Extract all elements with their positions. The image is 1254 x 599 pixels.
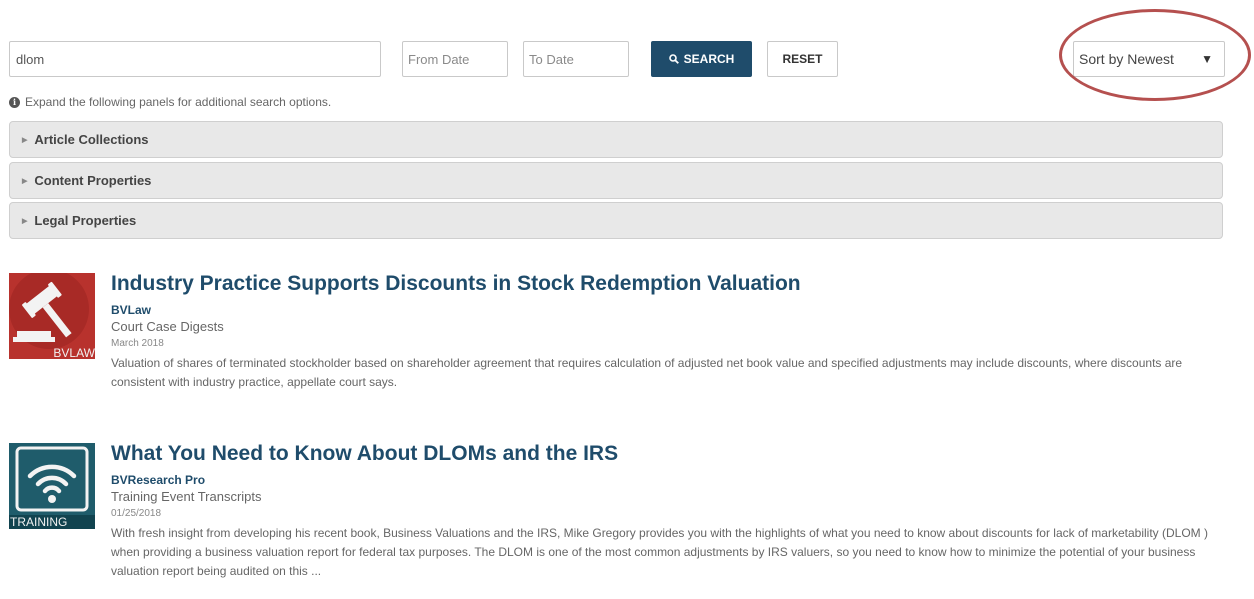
caret-right-icon: ▶ <box>22 136 28 144</box>
caret-right-icon: ▶ <box>22 177 28 185</box>
result-category: Training Event Transcripts <box>111 489 262 504</box>
panel-legal-properties[interactable]: ▶ Legal Properties <box>9 202 1223 239</box>
result-category: Court Case Digests <box>111 319 224 334</box>
result-title[interactable]: Industry Practice Supports Discounts in … <box>111 271 1221 297</box>
from-date-input[interactable] <box>402 41 508 77</box>
dropdown-arrow-icon: ▼ <box>1201 52 1213 66</box>
search-hint: i Expand the following panels for additi… <box>9 95 331 109</box>
panel-label: Legal Properties <box>34 213 137 228</box>
to-date-input[interactable] <box>523 41 629 77</box>
result-source: BVLaw <box>111 303 152 317</box>
search-hint-text: Expand the following panels for addition… <box>25 95 332 109</box>
panel-article-collections[interactable]: ▶ Article Collections <box>9 121 1223 158</box>
result-description: With fresh insight from developing his r… <box>111 526 1208 578</box>
search-bar: SEARCH RESET <box>9 41 1249 77</box>
sort-select-value: Sort by Newest <box>1079 51 1174 67</box>
sort-select[interactable]: Sort by Newest ▼ <box>1073 41 1225 77</box>
search-icon <box>668 54 679 64</box>
result-thumbnail[interactable]: BVLAW <box>9 273 95 359</box>
caret-right-icon: ▶ <box>22 217 28 225</box>
reset-button[interactable]: RESET <box>767 41 838 77</box>
result-title[interactable]: What You Need to Know About DLOMs and th… <box>111 441 1221 467</box>
result-source: BVResearch Pro <box>111 473 206 487</box>
search-input[interactable] <box>9 41 381 77</box>
result-description: Valuation of shares of terminated stockh… <box>111 356 1183 389</box>
result-thumbnail[interactable]: TRAINING <box>9 443 95 529</box>
result-date: 01/25/2018 <box>111 508 162 519</box>
search-button-label: SEARCH <box>683 52 735 66</box>
panel-label: Article Collections <box>34 132 149 147</box>
result-body: What You Need to Know About DLOMs and th… <box>111 441 1221 581</box>
panel-content-properties[interactable]: ▶ Content Properties <box>9 162 1223 199</box>
result-body: Industry Practice Supports Discounts in … <box>111 271 1221 392</box>
thumb-label: TRAINING <box>9 515 95 529</box>
info-icon: i <box>9 96 20 108</box>
result-date: March 2018 <box>111 338 164 349</box>
search-button[interactable]: SEARCH <box>651 41 752 77</box>
panel-label: Content Properties <box>34 173 152 188</box>
thumb-label: BVLAW <box>53 346 95 359</box>
